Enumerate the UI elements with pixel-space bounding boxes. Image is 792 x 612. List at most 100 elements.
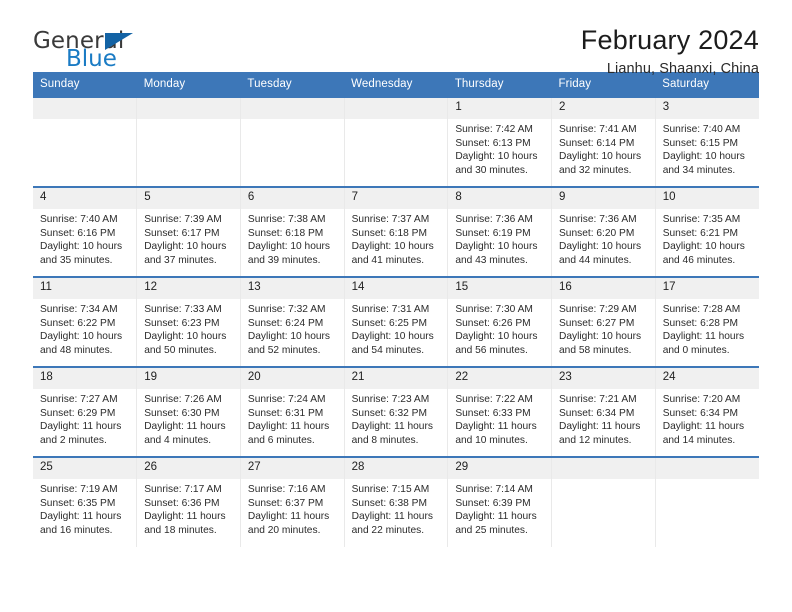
page-subtitle: Lianhu, Shaanxi, China (606, 61, 759, 78)
calendar-day-cell[interactable]: 2 Sunrise: 7:41 AM Sunset: 6:14 PM Daylight… (551, 96, 656, 187)
sunrise-text: Sunrise: 7:21 AM (559, 394, 637, 405)
title-block: February 2024 Lianhu, Shaanxi, China (580, 25, 759, 78)
day-number: 20 (240, 368, 344, 389)
daylight-text: Daylight: 11 hours and 6 minutes. (247, 421, 330, 446)
daylight-text: Daylight: 10 hours and 48 minutes. (40, 331, 123, 356)
daylight-text: Daylight: 10 hours and 32 minutes. (559, 151, 642, 176)
calendar-day-cell[interactable]: 19 Sunrise: 7:26 AM Sunset: 6:30 PM Dayligh… (136, 366, 241, 457)
day-number: 12 (137, 278, 240, 299)
day-number: 15 (448, 278, 552, 299)
daylight-text: Daylight: 10 hours and 44 minutes. (559, 241, 642, 266)
calendar-day-cell[interactable]: 18 Sunrise: 7:27 AM Sunset: 6:29 PM Dayligh… (33, 366, 138, 457)
sunset-text: Sunset: 6:16 PM (40, 227, 116, 239)
day-details: Sunrise: 7:21 AM Sunset: 6:34 PM Daylight:… (552, 389, 655, 447)
calendar-week-row: 18 Sunrise: 7:27 AM Sunset: 6:29 PM Dayligh… (33, 366, 759, 457)
calendar-day-cell[interactable]: 8 Sunrise: 7:36 AM Sunset: 6:19 PM Daylight… (447, 186, 553, 277)
day-number (655, 458, 759, 479)
page-header: General Blue February 2024 Lianhu, Shaan… (33, 0, 759, 78)
calendar-body: 1 Sunrise: 7:42 AM Sunset: 6:13 PM Daylight… (33, 96, 759, 547)
calendar-day-cell[interactable]: 6 Sunrise: 7:38 AM Sunset: 6:18 PM Daylight… (240, 186, 345, 277)
day-details: Sunrise: 7:32 AM Sunset: 6:24 PM Daylight:… (241, 299, 344, 357)
calendar-day-cell[interactable]: 9 Sunrise: 7:36 AM Sunset: 6:20 PM Daylight… (551, 186, 656, 277)
day-details: Sunrise: 7:31 AM Sunset: 6:25 PM Daylight:… (345, 299, 448, 357)
calendar-cell-empty (136, 96, 241, 187)
sunset-text: Sunset: 6:34 PM (662, 407, 739, 419)
sunrise-text: Sunrise: 7:35 AM (662, 214, 741, 225)
day-number: 29 (448, 458, 552, 479)
calendar-day-cell[interactable]: 17 Sunrise: 7:28 AM Sunset: 6:28 PM Dayligh… (655, 276, 759, 367)
calendar-day-cell[interactable]: 12 Sunrise: 7:33 AM Sunset: 6:23 PM Dayligh… (136, 276, 241, 367)
daylight-text: Daylight: 10 hours and 41 minutes. (351, 241, 434, 266)
sunrise-text: Sunrise: 7:40 AM (662, 124, 741, 135)
day-details: Sunrise: 7:36 AM Sunset: 6:19 PM Daylight:… (448, 209, 551, 267)
calendar-day-cell[interactable]: 15 Sunrise: 7:30 AM Sunset: 6:26 PM Dayligh… (447, 276, 553, 367)
calendar-day-cell[interactable]: 28 Sunrise: 7:15 AM Sunset: 6:38 PM Dayligh… (344, 456, 449, 547)
calendar-day-cell[interactable]: 3 Sunrise: 7:40 AM Sunset: 6:15 PM Daylight… (655, 96, 759, 187)
brand-logo[interactable]: General Blue (33, 26, 153, 71)
sunrise-text: Sunrise: 7:39 AM (144, 214, 222, 225)
daylight-text: Daylight: 11 hours and 4 minutes. (144, 421, 226, 446)
calendar-day-cell[interactable]: 25 Sunrise: 7:19 AM Sunset: 6:35 PM Dayligh… (33, 456, 138, 547)
sunrise-text: Sunrise: 7:36 AM (455, 214, 533, 225)
day-number: 10 (655, 188, 759, 209)
daylight-text: Daylight: 10 hours and 35 minutes. (40, 241, 123, 266)
daylight-text: Daylight: 10 hours and 43 minutes. (455, 241, 538, 266)
page-title: February 2024 (580, 25, 759, 55)
day-details: Sunrise: 7:30 AM Sunset: 6:26 PM Daylight:… (448, 299, 551, 357)
day-number (137, 98, 240, 119)
day-number: 23 (552, 368, 655, 389)
sunset-text: Sunset: 6:37 PM (247, 497, 324, 509)
day-number: 24 (655, 368, 759, 389)
brand-name-blue: Blue (66, 46, 117, 72)
sunrise-text: Sunrise: 7:23 AM (351, 394, 430, 405)
sunrise-text: Sunrise: 7:27 AM (40, 394, 118, 405)
calendar-day-cell[interactable]: 1 Sunrise: 7:42 AM Sunset: 6:13 PM Daylight… (447, 96, 553, 187)
day-number: 13 (240, 278, 344, 299)
calendar-day-cell[interactable]: 4 Sunrise: 7:40 AM Sunset: 6:16 PM Daylight… (33, 186, 138, 277)
day-number: 3 (655, 98, 759, 119)
day-details: Sunrise: 7:23 AM Sunset: 6:32 PM Daylight:… (345, 389, 448, 447)
sunset-text: Sunset: 6:32 PM (351, 407, 427, 419)
day-details: Sunrise: 7:38 AM Sunset: 6:18 PM Daylight:… (241, 209, 344, 267)
calendar-day-cell[interactable]: 14 Sunrise: 7:31 AM Sunset: 6:25 PM Dayligh… (344, 276, 449, 367)
sunrise-text: Sunrise: 7:33 AM (144, 304, 222, 315)
day-number (552, 458, 655, 479)
calendar-week-row: 1 Sunrise: 7:42 AM Sunset: 6:13 PM Daylight… (33, 96, 759, 187)
daylight-text: Daylight: 11 hours and 18 minutes. (144, 511, 226, 536)
calendar-day-cell[interactable]: 7 Sunrise: 7:37 AM Sunset: 6:18 PM Daylight… (344, 186, 449, 277)
sunrise-text: Sunrise: 7:42 AM (455, 124, 533, 135)
daylight-text: Daylight: 10 hours and 58 minutes. (559, 331, 642, 356)
daylight-text: Daylight: 10 hours and 46 minutes. (662, 241, 745, 266)
sunset-text: Sunset: 6:29 PM (40, 407, 116, 419)
calendar-day-cell[interactable]: 13 Sunrise: 7:32 AM Sunset: 6:24 PM Dayligh… (240, 276, 345, 367)
calendar-day-cell[interactable]: 16 Sunrise: 7:29 AM Sunset: 6:27 PM Dayligh… (551, 276, 656, 367)
calendar-day-cell[interactable]: 27 Sunrise: 7:16 AM Sunset: 6:37 PM Dayligh… (240, 456, 345, 547)
day-details: Sunrise: 7:40 AM Sunset: 6:15 PM Daylight:… (656, 119, 759, 177)
calendar-day-cell[interactable]: 10 Sunrise: 7:35 AM Sunset: 6:21 PM Dayligh… (655, 186, 759, 277)
calendar-day-cell[interactable]: 29 Sunrise: 7:14 AM Sunset: 6:39 PM Dayligh… (447, 456, 553, 547)
calendar-day-cell[interactable]: 5 Sunrise: 7:39 AM Sunset: 6:17 PM Daylight… (136, 186, 241, 277)
sunrise-text: Sunrise: 7:36 AM (559, 214, 637, 225)
day-number (240, 98, 344, 119)
daylight-text: Daylight: 11 hours and 25 minutes. (455, 511, 537, 536)
sunrise-text: Sunrise: 7:32 AM (247, 304, 326, 315)
sunset-text: Sunset: 6:15 PM (662, 137, 739, 149)
calendar-day-cell[interactable]: 21 Sunrise: 7:23 AM Sunset: 6:32 PM Dayligh… (344, 366, 449, 457)
day-details: Sunrise: 7:15 AM Sunset: 6:38 PM Daylight:… (345, 479, 448, 537)
sunset-text: Sunset: 6:17 PM (144, 227, 220, 239)
sunset-text: Sunset: 6:13 PM (455, 137, 531, 149)
sunrise-text: Sunrise: 7:17 AM (144, 484, 222, 495)
calendar-cell-empty (33, 96, 138, 187)
calendar-day-cell[interactable]: 26 Sunrise: 7:17 AM Sunset: 6:36 PM Dayligh… (136, 456, 241, 547)
calendar-day-cell[interactable]: 24 Sunrise: 7:20 AM Sunset: 6:34 PM Dayligh… (655, 366, 759, 457)
calendar-day-cell[interactable]: 11 Sunrise: 7:34 AM Sunset: 6:22 PM Dayligh… (33, 276, 138, 367)
day-number: 26 (137, 458, 240, 479)
calendar-cell-empty (551, 456, 656, 547)
day-number: 25 (33, 458, 137, 479)
daylight-text: Daylight: 11 hours and 16 minutes. (40, 511, 122, 536)
calendar-day-cell[interactable]: 23 Sunrise: 7:21 AM Sunset: 6:34 PM Dayligh… (551, 366, 656, 457)
day-number: 7 (344, 188, 448, 209)
calendar-day-cell[interactable]: 22 Sunrise: 7:22 AM Sunset: 6:33 PM Dayligh… (447, 366, 553, 457)
calendar-grid: Sunday Monday Tuesday Wednesday Thursday… (33, 72, 759, 547)
calendar-day-cell[interactable]: 20 Sunrise: 7:24 AM Sunset: 6:31 PM Dayligh… (240, 366, 345, 457)
